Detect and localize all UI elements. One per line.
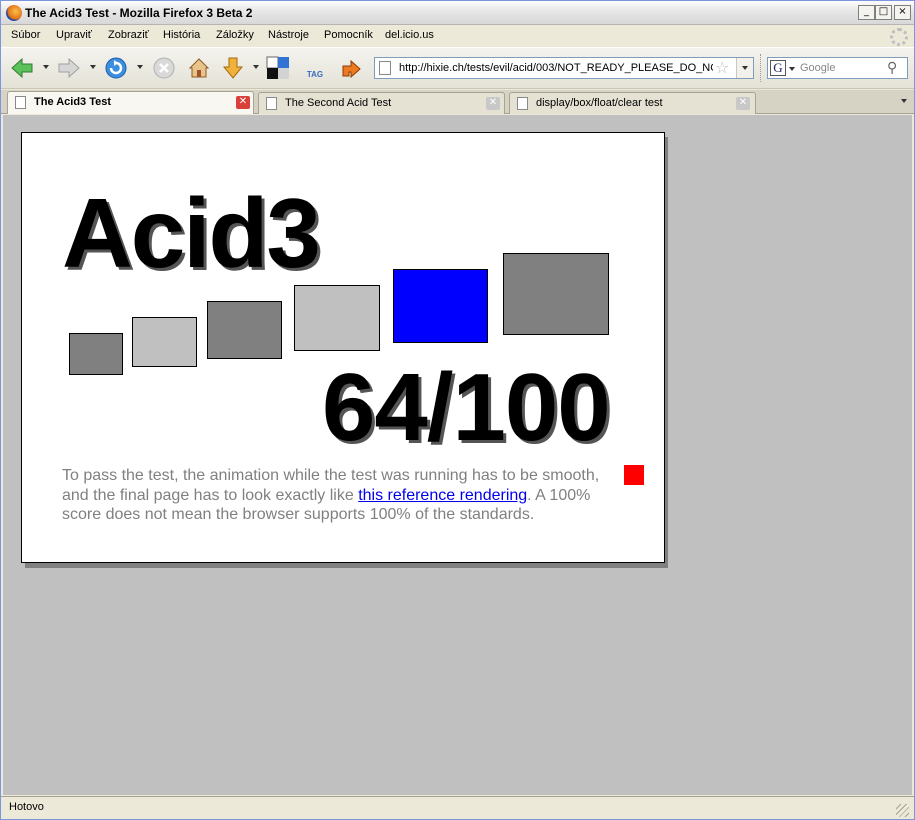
menu-file[interactable]: Súbor xyxy=(11,29,40,41)
firefox-logo-icon xyxy=(6,5,22,21)
menu-view[interactable]: Zobraziť xyxy=(108,29,149,41)
del-icio-us-icon[interactable] xyxy=(266,56,290,80)
menu-delicious[interactable]: del.icio.us xyxy=(385,29,434,41)
page-icon xyxy=(517,97,528,110)
page-icon xyxy=(15,96,26,109)
menu-edit[interactable]: Upraviť xyxy=(56,29,92,41)
stop-icon[interactable] xyxy=(152,56,176,80)
test-box-5 xyxy=(393,269,488,343)
search-bar[interactable]: G Google ⚲ xyxy=(767,57,908,79)
navigation-toolbar: TAG http://hixie.ch/tests/evil/acid/003/… xyxy=(1,47,914,89)
forward-arrow-icon[interactable] xyxy=(57,56,81,80)
acid3-test-card: Acid3 64/100 To pass the test, the anima… xyxy=(21,132,665,563)
page-heading: Acid3 xyxy=(62,178,321,288)
download-icon[interactable] xyxy=(221,56,245,80)
tag-icon[interactable]: TAG xyxy=(303,56,327,80)
menu-help[interactable]: Pomocník xyxy=(324,29,373,41)
address-bar[interactable]: http://hixie.ch/tests/evil/acid/003/NOT_… xyxy=(374,57,754,79)
test-box-3 xyxy=(207,301,282,359)
tab-second-acid[interactable]: The Second Acid Test ✕ xyxy=(258,92,505,114)
test-box-2 xyxy=(132,317,197,367)
tab-float-clear-test[interactable]: display/box/float/clear test ✕ xyxy=(509,92,756,114)
forward-history-dropdown-icon[interactable] xyxy=(90,65,96,69)
tab-acid3[interactable]: The Acid3 Test ✕ xyxy=(7,91,254,114)
url-history-dropdown-icon[interactable] xyxy=(736,58,753,78)
tab-label: The Second Acid Test xyxy=(285,97,392,109)
stumble-arrow-icon[interactable] xyxy=(339,56,363,80)
title-bar: The Acid3 Test - Mozilla Firefox 3 Beta … xyxy=(1,1,914,25)
url-input[interactable]: http://hixie.ch/tests/evil/acid/003/NOT_… xyxy=(399,62,713,74)
close-button[interactable]: × xyxy=(894,5,911,20)
page-icon xyxy=(379,61,391,75)
download-dropdown-icon[interactable] xyxy=(253,65,259,69)
maximize-button[interactable]: □ xyxy=(875,5,892,20)
test-description: To pass the test, the animation while th… xyxy=(62,466,622,525)
tab-label: display/box/float/clear test xyxy=(536,97,663,109)
browser-window: The Acid3 Test - Mozilla Firefox 3 Beta … xyxy=(0,0,915,820)
home-icon[interactable] xyxy=(187,56,211,80)
window-title: The Acid3 Test - Mozilla Firefox 3 Beta … xyxy=(25,6,253,20)
activity-throbber-icon xyxy=(890,28,908,46)
reference-rendering-link[interactable]: this reference rendering xyxy=(358,487,527,504)
menu-history[interactable]: História xyxy=(163,29,200,41)
menu-bookmarks[interactable]: Záložky xyxy=(216,29,254,41)
toolbar-separator xyxy=(760,54,762,82)
red-indicator-box xyxy=(624,465,644,485)
score-readout: 64/100 xyxy=(322,354,611,461)
tab-label: The Acid3 Test xyxy=(34,96,112,108)
back-arrow-icon[interactable] xyxy=(10,56,34,80)
search-magnifier-icon[interactable]: ⚲ xyxy=(887,59,897,77)
reload-dropdown-icon[interactable] xyxy=(137,65,143,69)
tab-close-icon[interactable]: ✕ xyxy=(736,97,750,110)
tab-bar: The Acid3 Test ✕ The Second Acid Test ✕ … xyxy=(1,90,914,114)
resize-grip-icon[interactable] xyxy=(896,804,909,817)
bookmark-star-icon[interactable]: ☆ xyxy=(715,59,729,77)
tab-close-icon[interactable]: ✕ xyxy=(236,96,250,109)
menu-tools[interactable]: Nástroje xyxy=(268,29,309,41)
test-box-1 xyxy=(69,333,123,375)
test-box-4 xyxy=(294,285,380,351)
back-history-dropdown-icon[interactable] xyxy=(43,65,49,69)
menu-bar: Súbor Upraviť Zobraziť História Záložky … xyxy=(1,26,914,46)
reload-icon[interactable] xyxy=(104,56,128,80)
test-box-6 xyxy=(503,253,609,335)
search-engine-dropdown-icon[interactable] xyxy=(789,67,795,71)
status-bar: Hotovo xyxy=(1,796,914,819)
list-all-tabs-icon[interactable] xyxy=(901,99,907,103)
status-text: Hotovo xyxy=(9,801,44,813)
google-logo-icon[interactable]: G xyxy=(770,60,786,76)
tab-close-icon[interactable]: ✕ xyxy=(486,97,500,110)
minimize-button[interactable]: _ xyxy=(858,5,875,20)
search-input[interactable]: Google xyxy=(800,62,835,74)
page-icon xyxy=(266,97,277,110)
